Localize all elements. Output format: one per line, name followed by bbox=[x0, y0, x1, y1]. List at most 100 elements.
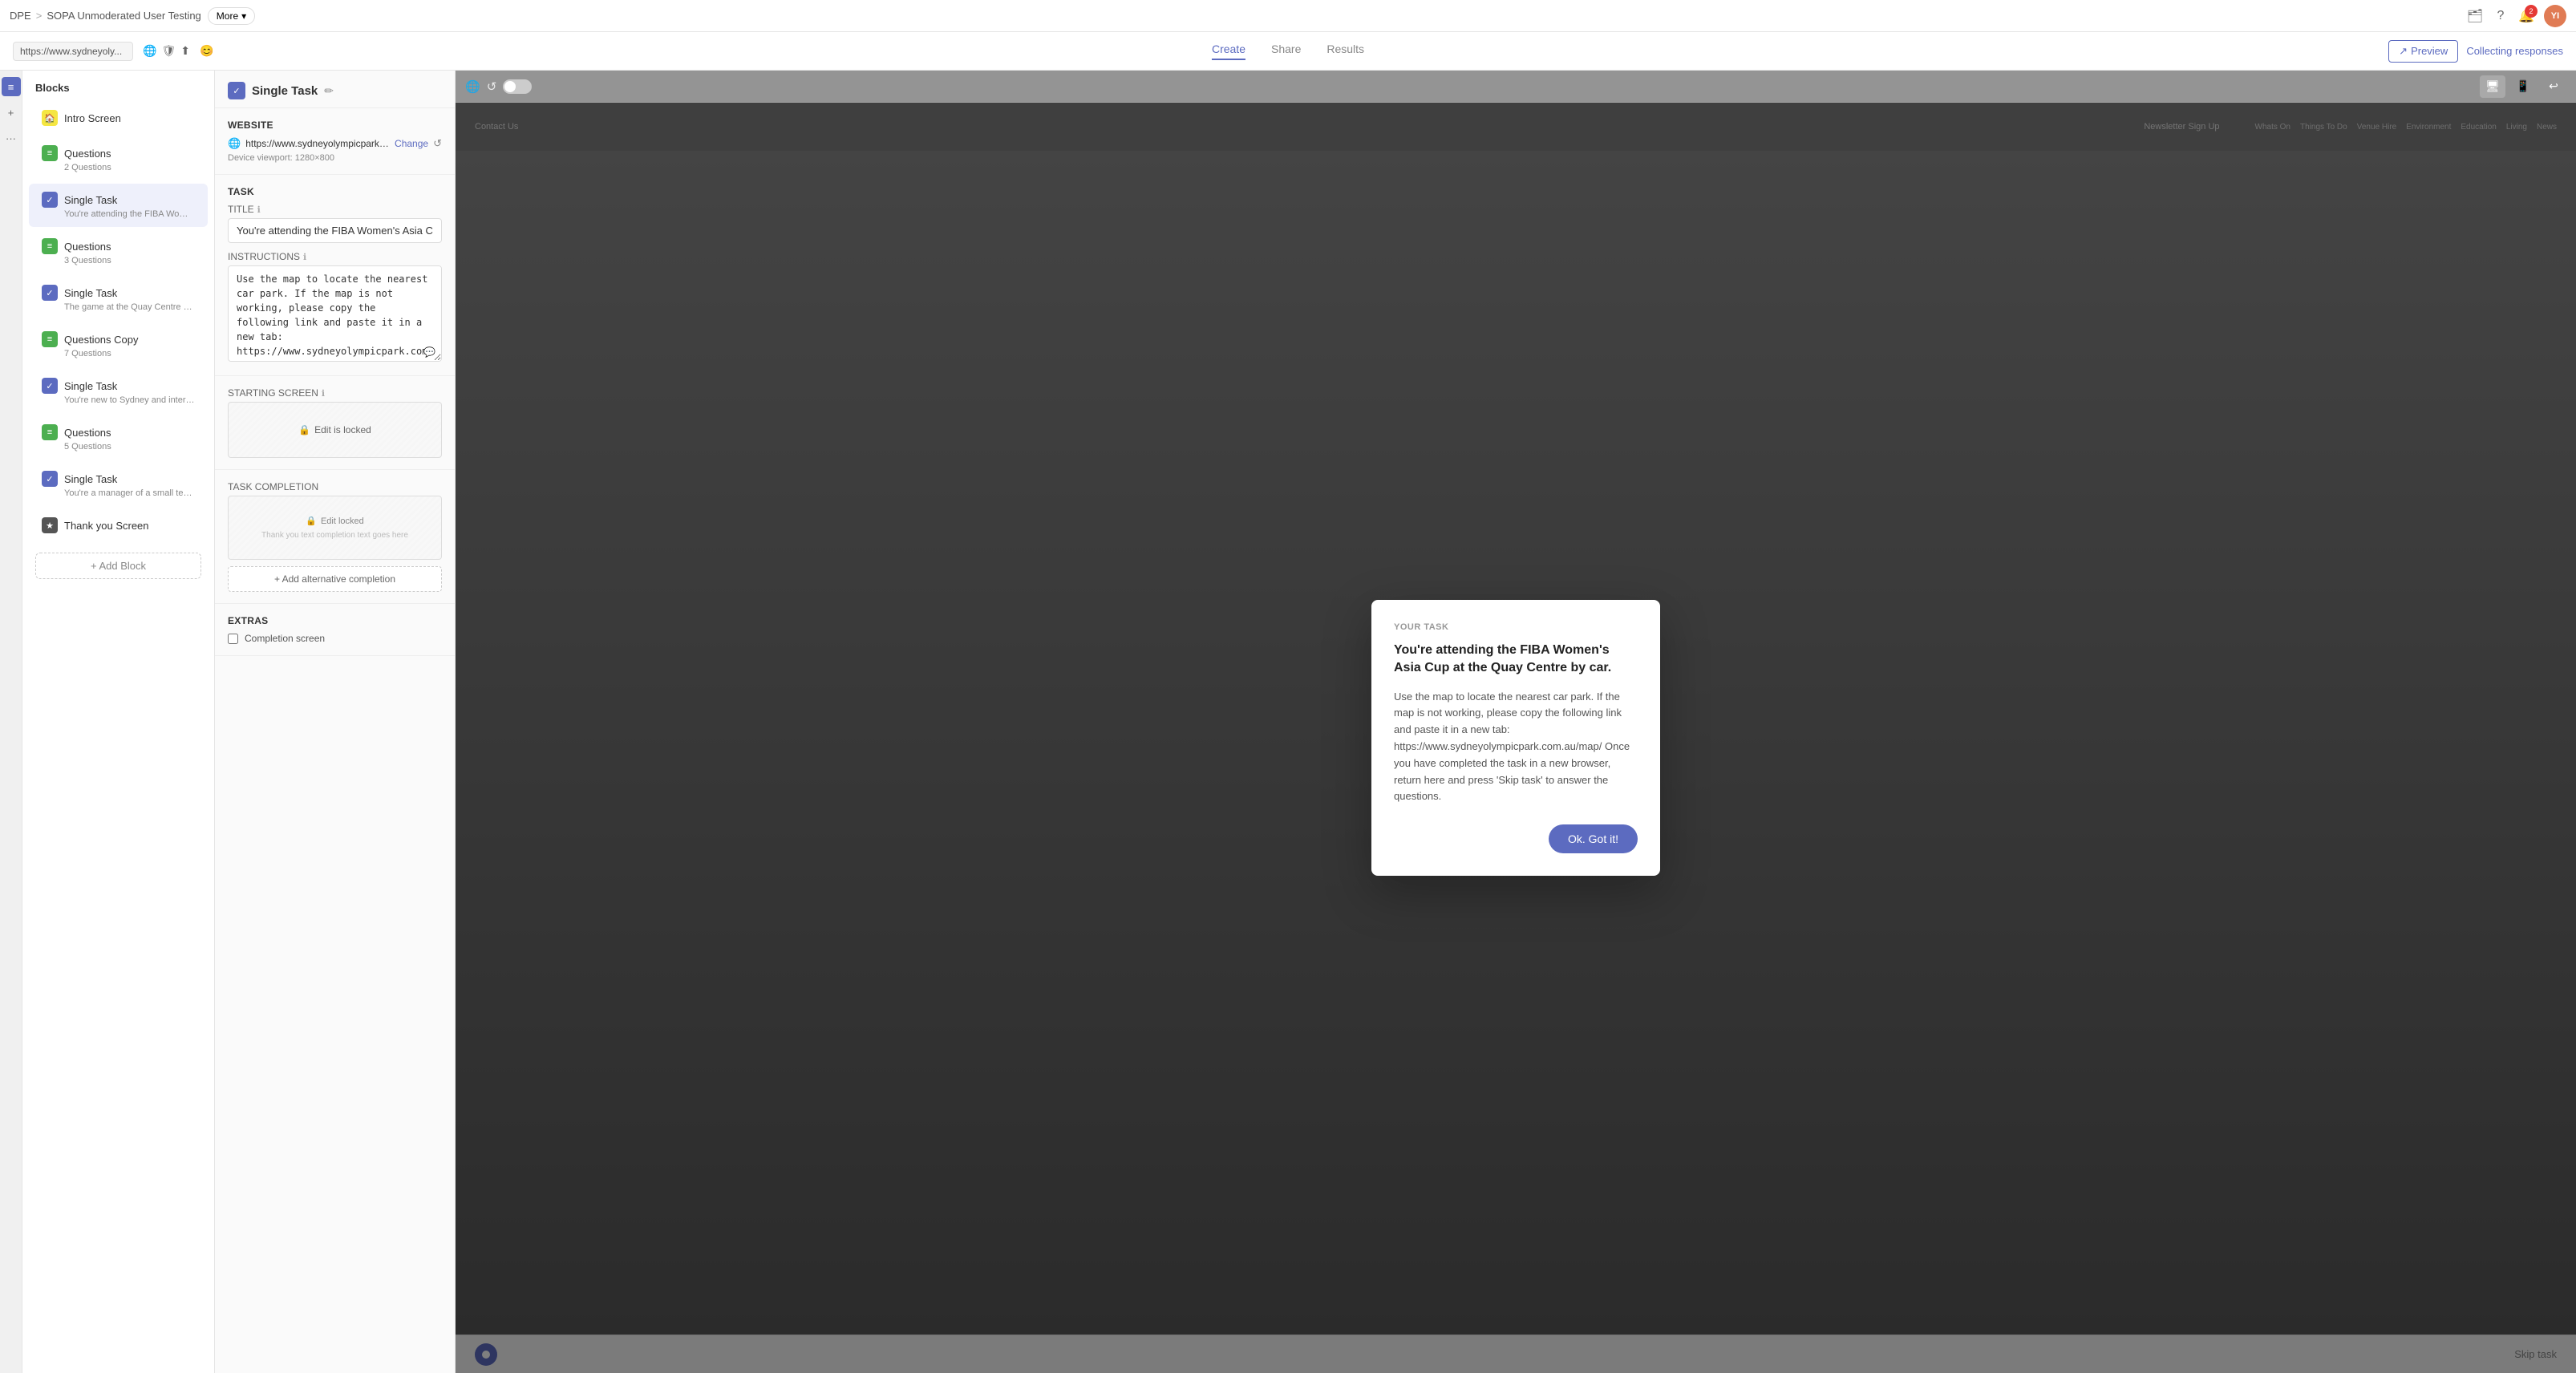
sidebar-item-thankyou[interactable]: ★ Thank you Screen bbox=[29, 509, 208, 541]
mobile-device-btn[interactable]: 📱 bbox=[2510, 75, 2536, 98]
task-title-input[interactable] bbox=[228, 218, 442, 243]
task-completion-label: TASK COMPLETION bbox=[228, 481, 442, 492]
panel-title: Single Task bbox=[252, 84, 318, 98]
ok-got-it-button[interactable]: Ok. Got it! bbox=[1549, 824, 1638, 853]
add-block-button[interactable]: + Add Block bbox=[35, 553, 201, 579]
project-name: SOPA Unmoderated User Testing bbox=[47, 10, 200, 22]
completion-screen-row: Completion screen bbox=[228, 633, 442, 644]
st4-header: ✓ Single Task bbox=[42, 471, 195, 487]
qc-title: Questions Copy bbox=[64, 334, 139, 346]
edit-icon[interactable]: ✏ bbox=[324, 84, 334, 98]
task-modal-label: YOUR TASK bbox=[1394, 622, 1638, 632]
lock-icon: 🔒 bbox=[298, 424, 310, 435]
top-bar-right: 🗂 ? 🔔 2 YI bbox=[2467, 5, 2566, 27]
refresh-icon[interactable]: ↺ bbox=[433, 137, 442, 150]
st2-title: Single Task bbox=[64, 287, 117, 299]
more-button[interactable]: More ▾ bbox=[208, 7, 255, 25]
help-icon[interactable]: ? bbox=[2493, 8, 2509, 24]
back-icon: ↩ bbox=[2549, 79, 2558, 93]
folder-icon[interactable]: 🗂 bbox=[2467, 8, 2483, 24]
layers-icon: ≡ bbox=[8, 81, 14, 93]
mini-nav-add[interactable]: + bbox=[2, 103, 21, 122]
lock-icon-2: 🔒 bbox=[306, 516, 317, 526]
globe-icon[interactable]: 🌐 bbox=[143, 44, 156, 58]
preview-label: Preview bbox=[2411, 45, 2448, 57]
user-avatar[interactable]: YI bbox=[2544, 5, 2566, 27]
intro-header: 🏠 Intro Screen bbox=[42, 110, 195, 126]
edit-locked-label: Edit locked bbox=[321, 516, 364, 526]
share-icon[interactable]: ⬆ bbox=[180, 44, 190, 58]
qc-header: ≡ Questions Copy bbox=[42, 331, 195, 347]
st2-header: ✓ Single Task bbox=[42, 285, 195, 301]
locked-sub-text: Thank you text completion text goes here bbox=[237, 531, 433, 540]
sidebar-item-questions-copy[interactable]: ≡ Questions Copy 7 Questions bbox=[29, 323, 208, 367]
instructions-info-icon: ℹ bbox=[303, 252, 306, 262]
sidebar-item-questions2[interactable]: ≡ Questions 3 Questions bbox=[29, 230, 208, 273]
single-task3-icon: ✓ bbox=[42, 378, 58, 394]
back-btn[interactable]: ↩ bbox=[2541, 75, 2566, 98]
website-section: Website 🌐 https://www.sydneyolympicpark.… bbox=[215, 108, 455, 175]
intro-title: Intro Screen bbox=[64, 112, 121, 124]
task-completion-section: TASK COMPLETION 🔒 Edit locked Thank you … bbox=[215, 470, 455, 604]
sidebar-item-single-task3[interactable]: ✓ Single Task You're new to Sydney and i… bbox=[29, 370, 208, 413]
shield-icon[interactable]: 🛡 bbox=[161, 44, 176, 58]
tab-results[interactable]: Results bbox=[1326, 43, 1364, 60]
task-section-title: Task bbox=[228, 186, 442, 197]
preview-button[interactable]: ↗ Preview bbox=[2388, 40, 2458, 63]
add-alternative-completion-button[interactable]: + Add alternative completion bbox=[228, 566, 442, 592]
st3-sub: You're new to Sydney and interested in l… bbox=[42, 395, 195, 405]
questions1-icon: ≡ bbox=[42, 145, 58, 161]
sidebar-item-questions1[interactable]: ≡ Questions 2 Questions bbox=[29, 137, 208, 180]
title-info-icon: ℹ bbox=[257, 205, 261, 215]
chevron-down-icon: ▾ bbox=[241, 10, 246, 22]
mini-nav-ellipsis[interactable]: ··· bbox=[2, 128, 21, 148]
modal-overlay: YOUR TASK You're attending the FIBA Wome… bbox=[456, 103, 2576, 1373]
completion-screen-label: Completion screen bbox=[245, 633, 325, 644]
desktop-icon: 🖥 bbox=[2485, 79, 2500, 93]
single-task1-icon: ✓ bbox=[42, 192, 58, 208]
emoji-icon[interactable]: 😊 bbox=[200, 44, 213, 58]
extras-section: EXTRAS Completion screen bbox=[215, 604, 455, 656]
top-bar: DPE > SOPA Unmoderated User Testing More… bbox=[0, 0, 2576, 32]
preview-refresh-icon[interactable]: ↺ bbox=[487, 79, 497, 94]
sidebar-item-questions3[interactable]: ≡ Questions 5 Questions bbox=[29, 416, 208, 460]
extras-title: EXTRAS bbox=[228, 615, 442, 626]
intro-icon: 🏠 bbox=[42, 110, 58, 126]
sidebar-item-single-task2[interactable]: ✓ Single Task The game at the Quay Centr… bbox=[29, 277, 208, 320]
completion-screen-checkbox[interactable] bbox=[228, 634, 238, 644]
locked-label: 🔒 Edit is locked bbox=[298, 424, 371, 435]
notification-badge: 2 bbox=[2525, 5, 2538, 18]
blocks-header: Blocks bbox=[22, 71, 214, 100]
collecting-badge: Collecting responses bbox=[2466, 45, 2563, 57]
comment-icon[interactable]: 💬 bbox=[423, 346, 435, 358]
sidebar-item-single-task1[interactable]: ✓ Single Task You're attending the FIBA … bbox=[29, 184, 208, 227]
locked-completion-content: 🔒 Edit locked Thank you text completion … bbox=[229, 508, 441, 548]
instructions-label: INSTRUCTIONS ℹ bbox=[228, 251, 442, 262]
sidebar-item-single-task4[interactable]: ✓ Single Task You're a manager of a smal… bbox=[29, 463, 208, 506]
website-url: https://www.sydneyolympicpark.co... bbox=[245, 138, 390, 149]
change-button[interactable]: Change bbox=[395, 138, 428, 149]
q2-header: ≡ Questions bbox=[42, 238, 195, 254]
q3-sub: 5 Questions bbox=[42, 442, 195, 452]
desktop-device-btn[interactable]: 🖥 bbox=[2480, 75, 2505, 98]
mini-nav: ≡ + ··· bbox=[0, 71, 22, 1373]
mini-nav-layers[interactable]: ≡ bbox=[2, 77, 21, 96]
st3-title: Single Task bbox=[64, 380, 117, 392]
qc-sub: 7 Questions bbox=[42, 349, 195, 358]
sidebar-item-intro[interactable]: 🏠 Intro Screen bbox=[29, 102, 208, 134]
instructions-textarea[interactable]: Use the map to locate the nearest car pa… bbox=[228, 265, 442, 362]
st4-title: Single Task bbox=[64, 473, 117, 485]
title-label: TITLE ℹ bbox=[228, 204, 442, 215]
st1-header: ✓ Single Task bbox=[42, 192, 195, 208]
single-task2-icon: ✓ bbox=[42, 285, 58, 301]
st1-sub: You're attending the FIBA Women's Asia C… bbox=[42, 209, 195, 219]
notifications-icon[interactable]: 🔔 2 bbox=[2518, 8, 2534, 24]
tab-create[interactable]: Create bbox=[1212, 43, 1245, 60]
preview-toggle[interactable] bbox=[503, 79, 532, 94]
preview-globe-icon[interactable]: 🌐 bbox=[465, 79, 480, 94]
st3-header: ✓ Single Task bbox=[42, 378, 195, 394]
tab-share[interactable]: Share bbox=[1271, 43, 1301, 60]
task-modal-body: Use the map to locate the nearest car pa… bbox=[1394, 689, 1638, 806]
org-name: DPE bbox=[10, 10, 31, 22]
q1-sub: 2 Questions bbox=[42, 163, 195, 172]
